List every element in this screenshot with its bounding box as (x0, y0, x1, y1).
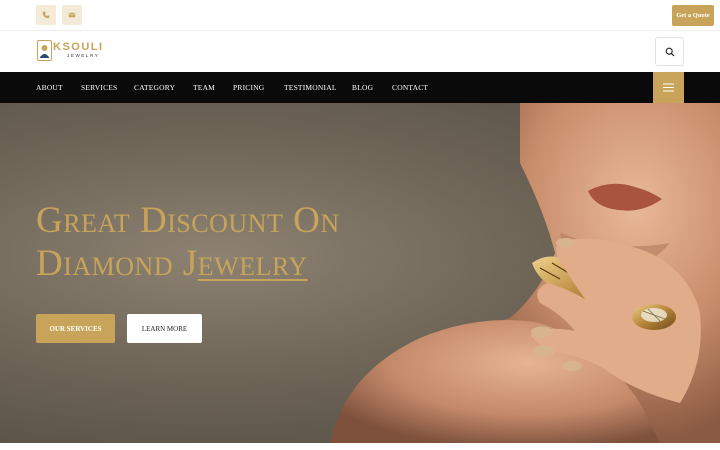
logo-name: KSOULI (53, 41, 104, 53)
nav-item-blog[interactable]: BLOG (352, 72, 373, 103)
top-bar: Get a Quote (0, 0, 720, 31)
mail-button[interactable] (62, 5, 82, 25)
nav-item-team[interactable]: TEAM (193, 72, 215, 103)
site-logo[interactable]: KSOULI JEWELRY (37, 40, 104, 61)
nav-item-services[interactable]: SERVICES (81, 72, 117, 103)
phone-button[interactable] (36, 5, 56, 25)
hero-title-line-2-plain: Diamond J (36, 243, 198, 284)
search-icon (665, 47, 674, 56)
learn-more-button[interactable]: LEARN MORE (127, 314, 202, 343)
hero-title-line-2: Diamond Jewelry (36, 242, 456, 285)
hero-title-line-1: Great Discount On (36, 200, 340, 241)
nav-item-about[interactable]: ABOUT (36, 72, 63, 103)
phone-icon (42, 11, 50, 19)
menu-button[interactable] (653, 72, 684, 103)
hero-banner: Great Discount On Diamond Jewelry OUR SE… (0, 103, 720, 443)
nav-item-testimonial[interactable]: TESTIMONIAL (284, 72, 337, 103)
page-bottom-strip (0, 443, 720, 450)
logo-mark-icon (37, 40, 52, 61)
hero-title: Great Discount On Diamond Jewelry (36, 199, 456, 285)
hamburger-icon (663, 83, 674, 92)
our-services-button[interactable]: OUR SERVICES (36, 314, 115, 343)
nav-item-pricing[interactable]: PRICING (233, 72, 264, 103)
main-nav: ABOUT SERVICES CATEGORY TEAM PRICING TES… (0, 72, 720, 103)
logo-tagline: JEWELRY (67, 53, 100, 58)
search-button[interactable] (655, 37, 684, 66)
get-quote-button[interactable]: Get a Quote (672, 5, 714, 26)
nav-item-contact[interactable]: CONTACT (392, 72, 428, 103)
site-header: KSOULI JEWELRY (0, 31, 720, 72)
nav-item-category[interactable]: CATEGORY (134, 72, 175, 103)
hero-title-line-2-underlined: ewelry (197, 243, 308, 284)
mail-icon (68, 12, 76, 18)
